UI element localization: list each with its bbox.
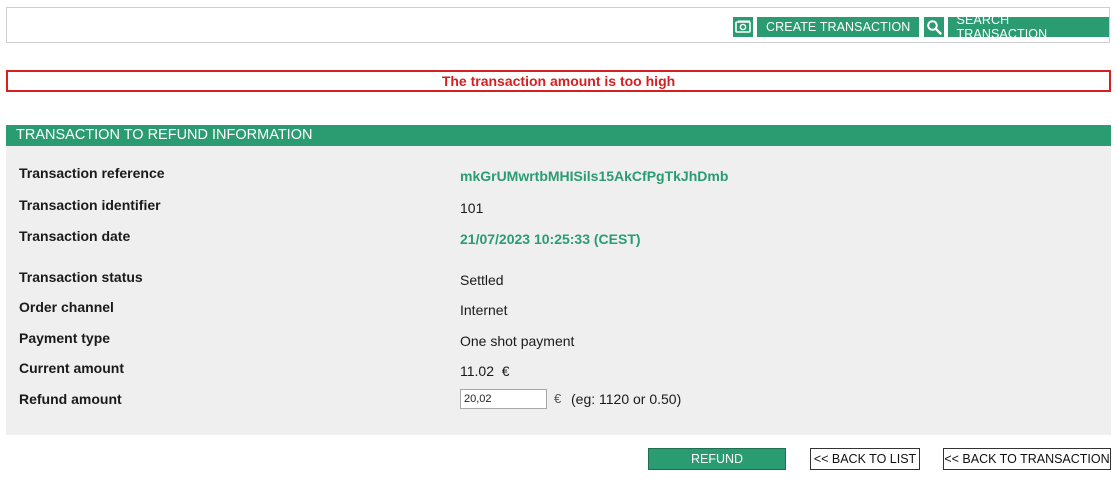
info-row-channel: Order channel Internet — [6, 299, 1111, 319]
row-label: Transaction identifier — [19, 197, 161, 213]
row-value: Internet — [460, 302, 508, 318]
row-label: Current amount — [19, 360, 124, 376]
back-to-list-button[interactable]: << BACK TO LIST — [810, 448, 920, 470]
magnifier-icon[interactable] — [924, 17, 944, 37]
row-label: Transaction reference — [19, 165, 165, 181]
info-row-date: Transaction date 21/07/2023 10:25:33 (CE… — [6, 228, 1111, 248]
panel-title: TRANSACTION TO REFUND INFORMATION — [6, 125, 1111, 146]
info-row-current-amount: Current amount 11.02 € — [6, 360, 1111, 380]
info-row-identifier: Transaction identifier 101 — [6, 197, 1111, 217]
transaction-date-link[interactable]: 21/07/2023 10:25:33 (CEST) — [460, 231, 641, 247]
row-value: 101 — [460, 200, 484, 216]
error-banner: The transaction amount is too high — [6, 70, 1111, 92]
create-transaction-button[interactable]: CREATE TRANSACTION — [757, 17, 920, 37]
search-transaction-group: SEARCH TRANSACTION — [924, 13, 1109, 41]
row-label: Transaction status — [19, 269, 143, 285]
row-value: Settled — [460, 272, 504, 288]
refund-info-panel: TRANSACTION TO REFUND INFORMATION Transa… — [6, 125, 1111, 435]
banknote-icon[interactable] — [733, 17, 753, 37]
row-label: Refund amount — [19, 391, 122, 407]
row-value: One shot payment — [460, 333, 575, 349]
back-to-transaction-button[interactable]: << BACK TO TRANSACTION — [943, 448, 1111, 470]
amount-hint: (eg: 1120 or 0.50) — [571, 391, 682, 407]
top-toolbar: CREATE TRANSACTION SEARCH TRANSACTION — [6, 7, 1110, 43]
row-label: Transaction date — [19, 228, 131, 244]
refund-amount-input[interactable] — [460, 389, 547, 409]
search-transaction-button[interactable]: SEARCH TRANSACTION — [947, 13, 1109, 41]
info-row-refund-amount: Refund amount € (eg: 1120 or 0.50) — [6, 389, 1111, 411]
row-value: 11.02 € — [460, 363, 510, 379]
currency-symbol: € — [554, 391, 562, 406]
create-transaction-group: CREATE TRANSACTION — [733, 17, 920, 37]
info-row-payment-type: Payment type One shot payment — [6, 330, 1111, 350]
row-label: Order channel — [19, 299, 114, 315]
info-row-status: Transaction status Settled — [6, 269, 1111, 289]
transaction-reference-link[interactable]: mkGrUMwrtbMHISils15AkCfPgTkJhDmb — [460, 168, 728, 184]
refund-transaction-button[interactable]: REFUND TRANSACTION — [648, 448, 786, 486]
info-row-reference: Transaction reference mkGrUMwrtbMHISils1… — [6, 165, 1111, 185]
row-label: Payment type — [19, 330, 111, 346]
